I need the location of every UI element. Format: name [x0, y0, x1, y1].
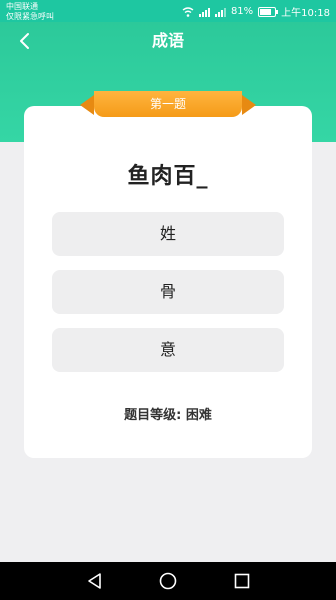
status-bar: 中国联通 仅限紧急呼叫 81% 上午10:18	[0, 0, 336, 22]
difficulty-level: 题目等级: 困难	[124, 408, 212, 423]
option-button-1[interactable]: 姓	[52, 212, 284, 256]
status-icons: 81% 上午10:18	[182, 4, 330, 19]
wifi-icon	[182, 6, 194, 17]
square-recents-icon	[234, 573, 250, 589]
question-text: 鱼肉百_	[127, 164, 209, 189]
battery-icon	[258, 6, 279, 17]
circle-home-icon	[159, 572, 177, 590]
badge-label: 第一题	[94, 91, 242, 117]
option-button-2[interactable]: 骨	[52, 270, 284, 314]
question-number-badge: 第一题	[80, 91, 256, 119]
nav-home-button[interactable]	[157, 570, 179, 592]
triangle-back-icon	[88, 573, 101, 589]
ribbon-left-fold	[80, 95, 94, 115]
nav-recents-button[interactable]	[231, 570, 253, 592]
carrier-name: 中国联通	[6, 2, 38, 11]
carrier-status: 仅限紧急呼叫	[6, 12, 54, 21]
nav-back-button[interactable]	[84, 570, 106, 592]
option-button-3[interactable]: 意	[52, 328, 284, 372]
signal-2-icon	[214, 7, 226, 17]
navigation-bar	[0, 562, 336, 600]
question-card: 鱼肉百_ 姓 骨 意 题目等级: 困难	[24, 106, 312, 458]
clock: 上午10:18	[281, 8, 330, 19]
ribbon-right-fold	[242, 95, 256, 115]
carrier-info: 中国联通 仅限紧急呼叫	[6, 2, 54, 22]
page-title: 成语	[151, 31, 184, 50]
signal-icon	[198, 7, 210, 17]
battery-percent: 81%	[230, 6, 254, 17]
